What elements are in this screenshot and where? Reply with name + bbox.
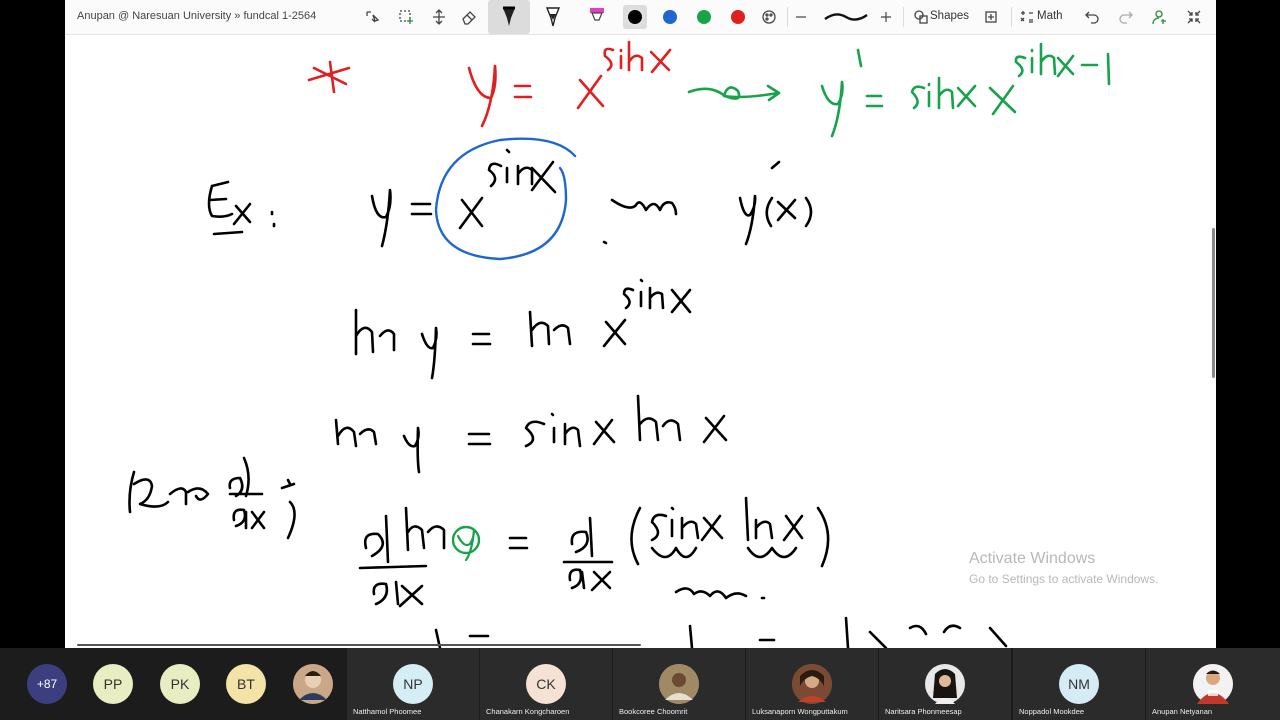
avatar[interactable]: PK	[160, 664, 200, 704]
toolbar-separator	[1011, 7, 1012, 27]
avatar[interactable]: PP	[93, 664, 133, 704]
person-photo-icon	[659, 664, 699, 704]
participant-name: Chanakarn Kongcharoen	[486, 707, 570, 716]
onenote-page: Activate Windows Go to Settings to activ…	[65, 0, 1216, 648]
activate-windows-watermark: Activate Windows Go to Settings to activ…	[969, 550, 1158, 586]
color-red[interactable]	[726, 5, 750, 29]
participant-tile[interactable]: NM Noppadol Mookdee	[1013, 648, 1145, 720]
participant-name: Anupan Netyanan	[1152, 707, 1213, 716]
pen-icon[interactable]	[541, 5, 565, 29]
activate-title: Activate Windows	[969, 550, 1096, 567]
green-circle	[451, 525, 481, 555]
window-title: Anupan @ Naresuan University » fundcal 1…	[77, 10, 317, 22]
person-photo-icon	[792, 664, 832, 704]
avatar-photo	[1193, 664, 1233, 704]
participant-name: Bookcoree Choomrit	[619, 707, 688, 716]
blue-circle	[434, 137, 577, 261]
avatar-photo	[792, 664, 832, 704]
avatar-photo	[659, 664, 699, 704]
color-wheel-icon[interactable]	[757, 5, 781, 29]
thinner-stroke-icon[interactable]	[789, 5, 813, 29]
math-label[interactable]: Math	[1037, 10, 1063, 22]
color-black[interactable]	[623, 5, 647, 29]
avatar-photo[interactable]	[293, 664, 333, 704]
insert-space-icon[interactable]	[427, 5, 451, 29]
math-icon[interactable]	[1015, 5, 1039, 29]
red-equation	[307, 24, 718, 128]
participant-name: Noppadol Mookdee	[1019, 707, 1085, 716]
toolbar-separator	[903, 7, 904, 27]
draw-toolbar: Anupan @ Naresuan University » fundcal 1…	[65, 0, 1216, 35]
collapse-icon[interactable]	[1182, 5, 1206, 29]
participant-tile[interactable]: Anupan Netyanan	[1146, 648, 1280, 720]
ink-to-shape-icon[interactable]	[979, 5, 1003, 29]
avatar: NP	[393, 664, 433, 704]
avatar: CK	[526, 664, 566, 704]
eraser-icon[interactable]	[457, 5, 481, 29]
add-user-icon[interactable]	[1148, 5, 1172, 29]
toolbar-separator	[787, 7, 788, 27]
redo-icon[interactable]	[1114, 5, 1138, 29]
thicker-stroke-icon[interactable]	[874, 5, 898, 29]
activate-subtitle: Go to Settings to activate Windows.	[969, 572, 1159, 586]
participant-tile[interactable]: Bookcoree Choomrit	[613, 648, 745, 720]
lasso-select-icon[interactable]	[360, 5, 384, 29]
blue-swatch-icon	[663, 10, 677, 24]
color-green[interactable]	[692, 5, 716, 29]
green-swatch-icon	[697, 10, 711, 24]
black-pen-icon[interactable]	[488, 0, 530, 34]
participant-name: Luksanaporn Wongputtakum	[752, 707, 848, 716]
person-photo-icon	[1193, 664, 1233, 704]
black-work	[128, 148, 1008, 648]
vertical-scrollbar[interactable]	[1212, 228, 1215, 378]
avatar-photo	[925, 664, 965, 704]
participant-tile[interactable]: NP Natthamol Phoomee	[347, 648, 479, 720]
participant-name: Naritsara Phonmeesap	[885, 707, 962, 716]
more-participants-badge[interactable]: +87	[27, 664, 67, 704]
red-swatch-icon	[731, 10, 745, 24]
avatar[interactable]: BT	[226, 664, 266, 704]
person-photo-icon	[293, 664, 333, 704]
highlighter-icon[interactable]	[585, 5, 609, 29]
color-blue[interactable]	[658, 5, 682, 29]
shapes-label[interactable]: Shapes	[930, 10, 969, 22]
participant-tile[interactable]: Luksanaporn Wongputtakum	[746, 648, 878, 720]
participant-name: Natthamol Phoomee	[353, 707, 422, 716]
add-space-icon[interactable]	[394, 5, 418, 29]
participant-tile[interactable]: CK Chanakarn Kongcharoen	[480, 648, 612, 720]
green-equation	[687, 42, 1111, 138]
avatar: NM	[1059, 664, 1099, 704]
person-photo-icon	[925, 664, 965, 704]
undo-icon[interactable]	[1080, 5, 1104, 29]
stroke-width-icon[interactable]	[821, 5, 871, 29]
black-swatch-icon	[628, 10, 642, 24]
participant-tile[interactable]: Naritsara Phonmeesap	[879, 648, 1011, 720]
